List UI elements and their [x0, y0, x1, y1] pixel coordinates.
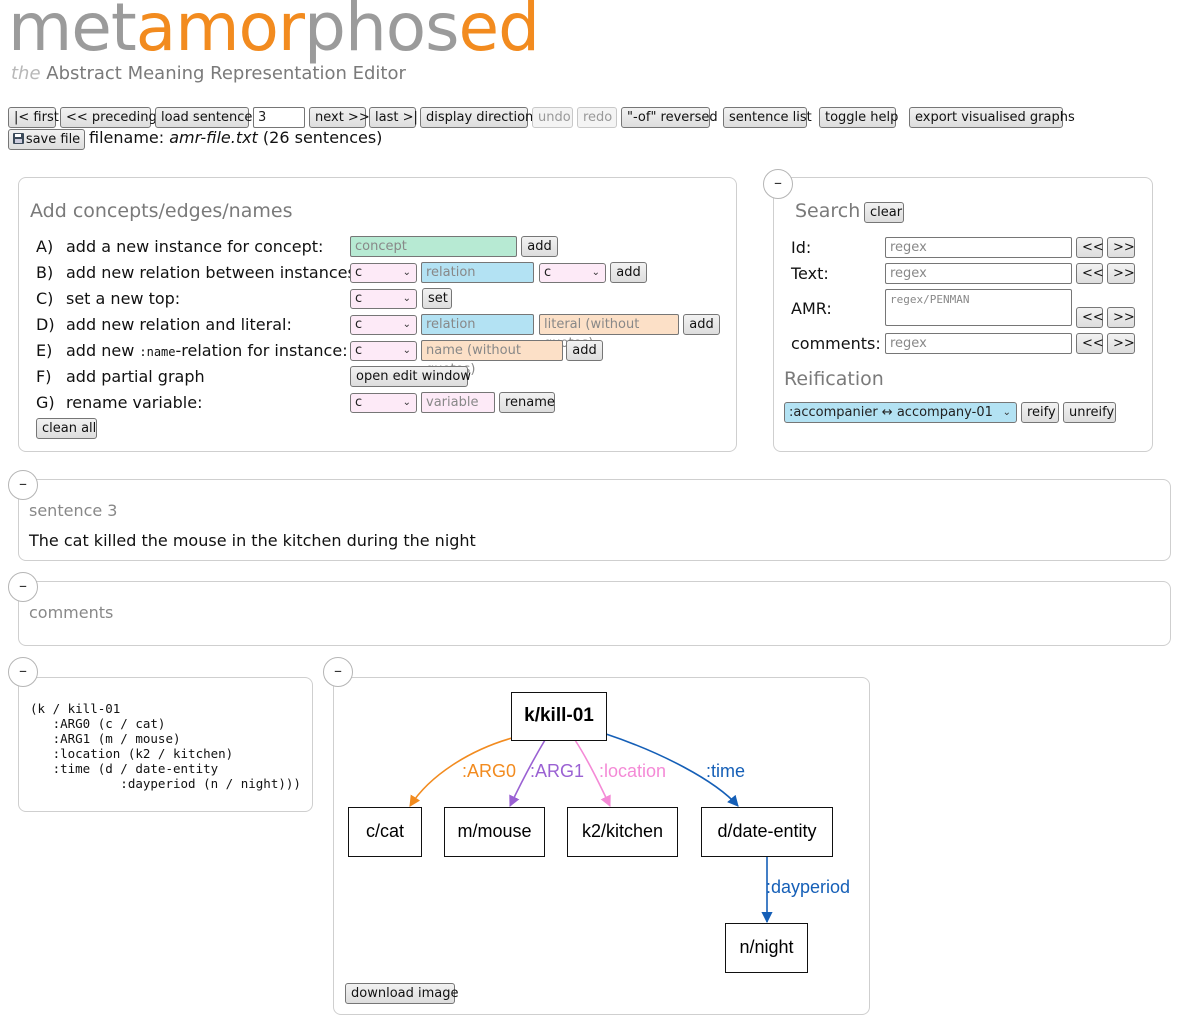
edge-label-time: :time — [706, 761, 746, 781]
graph-node-top[interactable]: k/kill-01 — [511, 692, 607, 741]
graph-node-night[interactable]: n/night — [725, 923, 808, 973]
edge-label-dayperiod: :dayperiod — [766, 877, 851, 897]
edge-label-arg1: :ARG1 — [530, 761, 585, 781]
graph-node-mouse[interactable]: m/mouse — [444, 807, 545, 857]
graph-node-date-entity[interactable]: d/date-entity — [701, 807, 833, 857]
graph-node-kitchen[interactable]: k2/kitchen — [567, 807, 678, 857]
graph-edges — [409, 733, 773, 924]
edge-label-location: :location — [599, 761, 667, 781]
edge-label-arg0: :ARG0 — [462, 761, 517, 781]
graph-node-cat[interactable]: c/cat — [348, 807, 422, 857]
download-image-button[interactable]: download image — [345, 983, 459, 1004]
